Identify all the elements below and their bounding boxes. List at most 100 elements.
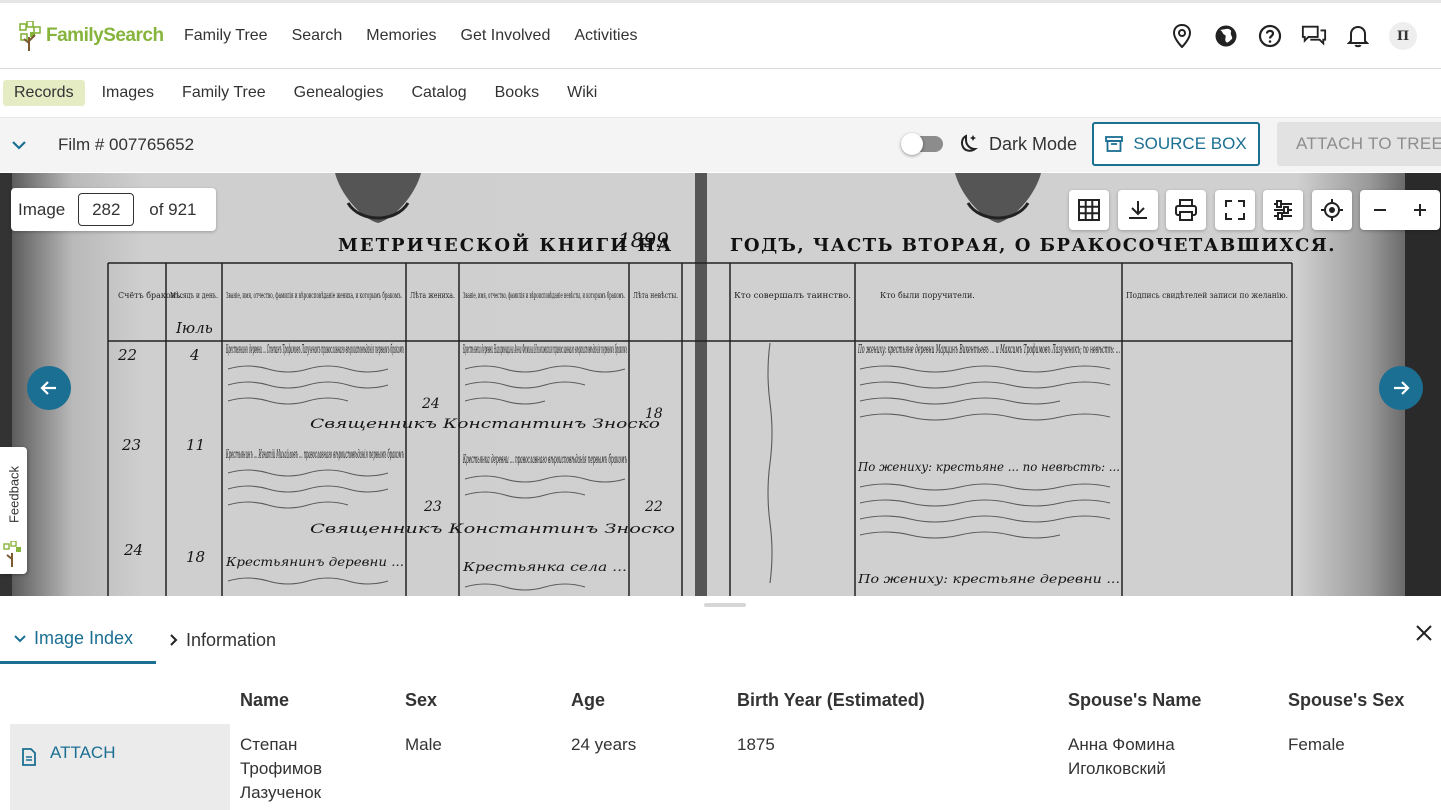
subnav-books[interactable]: Books (484, 80, 550, 106)
nav-family-tree[interactable]: Family Tree (184, 27, 268, 45)
doc-row-2-bride: Крестьянка деревни ... православнаго вѣр… (463, 452, 627, 466)
zoom-controls (1360, 190, 1440, 230)
doc-header-bride: Званіе, имя, отчество, фамилія и вѣроисп… (463, 291, 625, 300)
doc-row-2-no: 23 (121, 436, 141, 454)
doc-title-right: ГОДЪ, ЧАСТЬ ВТОРАЯ, О БРАКОСОЧЕТАВШИХСЯ. (730, 235, 1336, 256)
location-pin-icon[interactable] (1169, 23, 1195, 49)
print-button[interactable] (1166, 190, 1206, 230)
adjust-button[interactable] (1263, 190, 1303, 230)
image-number-input[interactable] (78, 193, 135, 226)
minus-icon (1374, 209, 1386, 211)
subnav-catalog[interactable]: Catalog (400, 80, 477, 106)
image-viewer[interactable]: МЕТРИЧЕСКОЙ КНИГИ НА 1899 ГОДЪ, ЧАСТЬ ВТ… (0, 173, 1441, 596)
arrow-right-icon (1394, 381, 1410, 395)
header-icons: П (1151, 3, 1417, 69)
attach-label: ATTACH (50, 743, 116, 762)
doc-year: 1899 (618, 228, 669, 252)
doc-row-2-witnesses: По жениху: крестьяне ... по невѣстѣ: ... (857, 460, 1120, 474)
dark-mode-control: Dark Mode (901, 132, 1078, 156)
column-header-birth-year: Birth Year (Estimated) (737, 690, 925, 710)
brand-name: FamilySearch (46, 24, 164, 46)
dark-mode-label: Dark Mode (989, 133, 1078, 154)
record-image: МЕТРИЧЕСКОЙ КНИГИ НА 1899 ГОДЪ, ЧАСТЬ ВТ… (0, 173, 1441, 596)
doc-row-1-no: 22 (117, 346, 137, 364)
tab-information[interactable]: Information (156, 616, 292, 664)
moon-icon (961, 134, 979, 152)
familysearch-logo[interactable]: FamilySearch (18, 20, 168, 51)
table-row-age: 24 years (571, 735, 637, 754)
doc-header-witnesses: Кто были поручители. (880, 291, 975, 300)
doc-row-2-day: 11 (186, 436, 205, 454)
panel-tabs: Image Index Information (0, 616, 292, 666)
feedback-label: Feedback (6, 465, 22, 524)
user-avatar[interactable]: П (1389, 22, 1417, 50)
print-icon (1175, 199, 1197, 221)
doc-row-3-witnesses: По жениху: крестьяне деревни ... (857, 572, 1120, 586)
download-icon (1129, 201, 1147, 219)
film-number: Film # 007765652 (58, 135, 195, 154)
download-button[interactable] (1118, 190, 1158, 230)
grid-view-button[interactable] (1069, 190, 1109, 230)
table-row-name[interactable]: Степан Трофимов Лазученок (240, 733, 360, 805)
previous-image-button[interactable] (27, 366, 71, 410)
image-navigator: Image of 921 (11, 188, 216, 231)
doc-row-1-groom: Крестьянинъ деревни ... Степанъ Трофимов… (226, 342, 404, 356)
primary-nav: Family Tree Search Memories Get Involved… (184, 27, 661, 45)
adjust-icon (1274, 200, 1292, 220)
bell-icon[interactable] (1345, 23, 1371, 49)
next-image-button[interactable] (1379, 366, 1423, 410)
attach-record-button[interactable]: ATTACH (10, 724, 230, 810)
column-header-sex: Sex (405, 690, 438, 710)
zoom-out-button[interactable] (1360, 190, 1400, 230)
doc-row-3-day: 18 (186, 548, 205, 566)
table-row-spouse-sex: Female (1288, 735, 1345, 754)
nav-memories[interactable]: Memories (366, 27, 436, 45)
doc-officiant-1: Священникъ Константинъ Зноско (310, 417, 660, 432)
subnav-records[interactable]: Records (3, 80, 85, 106)
locate-icon (1321, 199, 1343, 221)
nav-activities[interactable]: Activities (574, 27, 637, 45)
nav-search[interactable]: Search (292, 27, 343, 45)
feedback-tab[interactable]: Feedback (0, 447, 27, 574)
globe-icon[interactable] (1213, 23, 1239, 49)
subnav-genealogies[interactable]: Genealogies (283, 80, 395, 106)
source-box-button[interactable]: SOURCE BOX (1092, 122, 1260, 166)
doc-row-1-witnesses: По жениху: крестьяне деревни Марцинъ Вик… (858, 342, 1120, 356)
column-header-spouse-name: Spouse's Name (1068, 690, 1202, 710)
dark-mode-toggle[interactable] (901, 133, 943, 155)
film-bar: Film # 007765652 Dark Mode SOURCE BOX AT… (0, 117, 1441, 172)
nav-get-involved[interactable]: Get Involved (461, 27, 551, 45)
global-header: FamilySearch Family Tree Search Memories… (0, 3, 1441, 69)
fullscreen-button[interactable] (1215, 190, 1255, 230)
panel-resize-handle[interactable] (704, 603, 746, 607)
chevron-down-icon[interactable] (12, 138, 26, 152)
chevron-right-icon (170, 634, 178, 646)
zoom-in-button[interactable] (1400, 190, 1440, 230)
attach-to-tree-button[interactable]: ATTACH TO TREE (1277, 122, 1441, 166)
doc-row-2-groom-age: 23 (423, 499, 442, 515)
doc-header-groom-age: Лѣта жениха. (410, 291, 455, 300)
column-header-name: Name (240, 690, 290, 710)
column-header-spouse-sex: Spouse's Sex (1288, 690, 1405, 710)
locate-button[interactable] (1312, 190, 1352, 230)
arrow-left-icon (40, 381, 56, 395)
close-panel-button[interactable] (1411, 620, 1437, 646)
doc-month: Іюль (175, 319, 213, 337)
doc-row-2-bride-age: 22 (644, 499, 663, 515)
doc-row-3-no: 24 (123, 541, 143, 559)
tab-image-index[interactable]: Image Index (0, 616, 156, 664)
chevron-down-icon (14, 634, 26, 642)
messages-icon[interactable] (1301, 23, 1327, 49)
help-icon[interactable] (1257, 23, 1283, 49)
image-label: Image (18, 199, 66, 219)
doc-officiant-2: Священникъ Константинъ Зноско (310, 522, 675, 537)
doc-row-1-day: 4 (189, 346, 200, 364)
subnav-wiki[interactable]: Wiki (556, 80, 608, 106)
archive-box-icon (1105, 136, 1124, 152)
familysearch-tree-icon (3, 541, 21, 567)
subnav-family-tree[interactable]: Family Tree (171, 80, 277, 106)
grid-icon (1078, 199, 1100, 221)
table-row-birth-year: 1875 (737, 735, 775, 754)
doc-header-officiant: Кто совершалъ таинство. (734, 291, 851, 300)
subnav-images[interactable]: Images (91, 80, 165, 106)
